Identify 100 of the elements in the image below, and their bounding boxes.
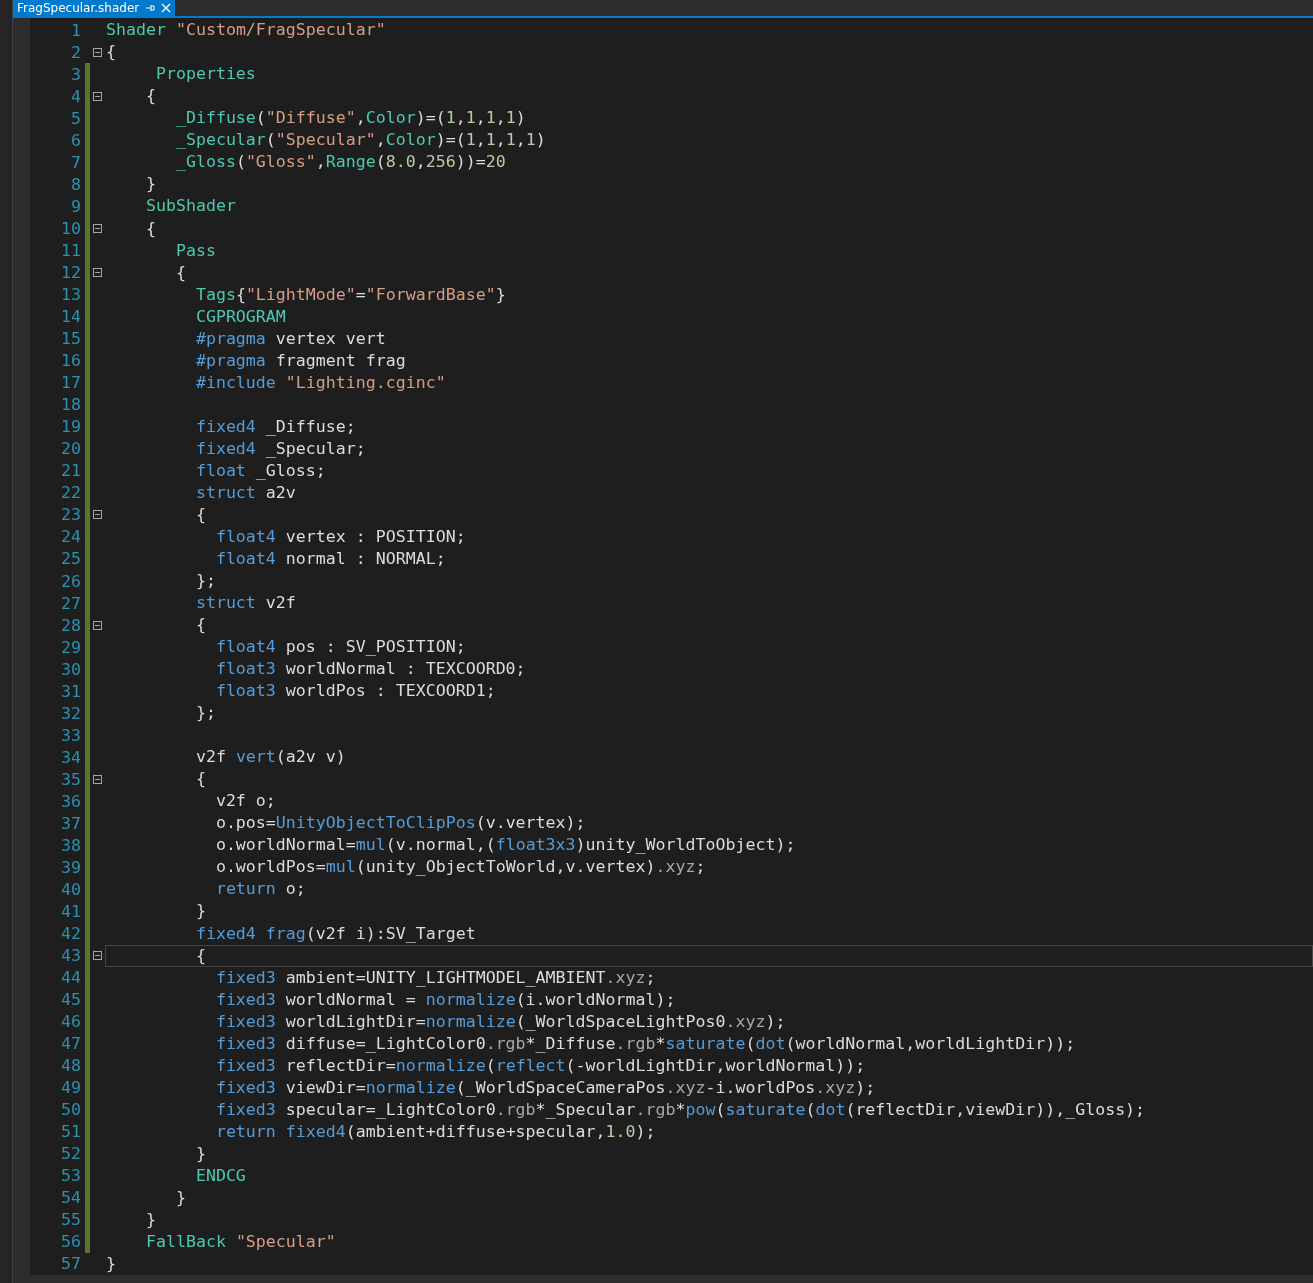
code-line: fixed4 _Diffuse;	[194, 415, 357, 438]
code-line: ENDCG	[194, 1164, 247, 1187]
code-line: fixed4 _Specular;	[194, 437, 367, 460]
line-number: 31	[60, 681, 81, 701]
code-line: fixed3 worldLightDir=normalize(_WorldSpaceLightPos0.xyz);	[214, 1010, 787, 1033]
code-line: {	[144, 217, 157, 240]
code-line: SubShader	[144, 195, 237, 218]
line-number: 41	[60, 902, 81, 921]
code-line: return o;	[214, 878, 307, 901]
code-line: _Diffuse("Diffuse",Color)=(1,1,1,1)	[174, 107, 527, 130]
code-line: _Gloss("Gloss",Range(8.0,256))=20	[174, 151, 507, 174]
code-line: o.worldNormal=mul(v.normal,(float3x3)unity_WorldToObject);	[214, 834, 797, 857]
line-number: 25	[60, 549, 81, 569]
collapse-toggle[interactable]	[93, 620, 102, 630]
pin-icon[interactable]	[145, 3, 156, 14]
line-number: 23	[60, 505, 81, 525]
code-line: {	[105, 41, 117, 64]
line-number: 44	[60, 968, 81, 988]
code-line: struct v2f	[194, 592, 297, 615]
line-number: 39	[60, 857, 81, 877]
line-number: 16	[60, 351, 81, 371]
line-number: 43	[60, 946, 81, 966]
code-line: Shader "Custom/FragSpecular"	[105, 19, 387, 42]
code-line: };	[194, 702, 217, 725]
code-line: fixed3 specular=_LightColor0.rgb*_Specular.rgb*pow(saturate(dot(reflectDir,viewDir)),_Gloss);	[214, 1098, 1147, 1121]
close-icon[interactable]	[161, 3, 172, 14]
code-line: }	[194, 1142, 207, 1165]
code-line: #pragma fragment frag	[194, 349, 407, 372]
code-line: #include "Lighting.cginc"	[194, 371, 447, 394]
code-line: float3 worldNormal : TEXCOORD0;	[214, 658, 527, 681]
line-number: 32	[60, 703, 81, 723]
line-number: 35	[60, 769, 81, 789]
line-number: 21	[60, 461, 81, 481]
line-number: 47	[60, 1034, 81, 1054]
code-line: struct a2v	[194, 481, 297, 504]
line-number: 53	[60, 1166, 81, 1186]
line-number: 4	[70, 86, 81, 106]
line-number: 36	[60, 791, 81, 811]
code-line: {	[194, 503, 207, 526]
code-line: float4 normal : NORMAL;	[214, 548, 447, 570]
code-line: fixed3 diffuse=_LightColor0.rgb*_Diffuse.rgb*saturate(dot(worldNormal,worldLightDir));	[214, 1032, 1077, 1055]
line-number: 15	[60, 329, 81, 349]
line-number: 54	[60, 1188, 81, 1208]
code-line: {	[194, 614, 207, 637]
code-line: Pass	[174, 239, 217, 262]
code-line: fixed3 reflectDir=normalize(reflect(-worldLightDir,worldNormal));	[214, 1054, 867, 1077]
line-number: 46	[60, 1012, 81, 1032]
code-line: fixed3 ambient=UNITY_LIGHTMODEL_AMBIENT.xyz;	[214, 966, 657, 989]
line-number: 1	[70, 20, 81, 40]
line-number: 6	[70, 130, 81, 150]
line-number: 17	[60, 373, 81, 393]
collapse-toggle[interactable]	[93, 47, 102, 57]
line-number: 38	[60, 835, 81, 855]
code-line: fixed3 worldNormal = normalize(i.worldNormal);	[214, 988, 677, 1011]
line-number: 14	[60, 307, 81, 327]
line-number: 56	[60, 1232, 81, 1252]
code-line: float4 vertex : POSITION;	[214, 525, 467, 548]
line-number: 55	[60, 1210, 81, 1230]
line-number: 51	[60, 1122, 81, 1142]
code-line: fixed4 frag(v2f i):SV_Target	[194, 922, 477, 945]
line-number: 34	[60, 747, 81, 767]
collapse-toggle[interactable]	[93, 91, 102, 101]
line-number: 50	[60, 1100, 81, 1120]
collapse-toggle[interactable]	[93, 224, 102, 233]
line-number: 3	[70, 64, 81, 84]
file-tab[interactable]: FragSpecular.shader	[13, 0, 176, 17]
line-number: 26	[60, 571, 81, 591]
line-number: 24	[60, 527, 81, 547]
collapse-toggle[interactable]	[93, 510, 102, 520]
line-number: 9	[70, 197, 81, 216]
line-number: 29	[60, 637, 81, 657]
code-line: _Specular("Specular",Color)=(1,1,1,1)	[174, 129, 547, 152]
line-number: 19	[60, 417, 81, 437]
line-number: 13	[60, 285, 81, 305]
line-number: 48	[60, 1056, 81, 1076]
collapse-toggle[interactable]	[93, 774, 102, 784]
line-number: 11	[60, 241, 81, 261]
code-line: }	[194, 900, 207, 923]
line-number: 18	[60, 395, 81, 415]
code-line: }	[105, 1253, 117, 1275]
line-number: 20	[60, 439, 81, 459]
code-line: v2f vert(a2v v)	[194, 746, 347, 769]
code-line: fixed3 viewDir=normalize(_WorldSpaceCameraPos.xyz-i.worldPos.xyz);	[214, 1076, 877, 1099]
line-number: 37	[60, 813, 81, 833]
code-line: return fixed4(ambient+diffuse+specular,1.0);	[214, 1120, 657, 1143]
line-number: 40	[60, 879, 81, 899]
line-number: 30	[60, 659, 81, 679]
line-number: 49	[60, 1078, 81, 1098]
line-number: 45	[60, 990, 81, 1010]
line-number: 7	[70, 152, 81, 172]
line-number: 10	[60, 219, 81, 238]
line-number: 22	[60, 483, 81, 503]
code-line: float3 worldPos : TEXCOORD1;	[214, 680, 497, 703]
line-number: 12	[60, 263, 81, 283]
collapse-toggle[interactable]	[93, 268, 102, 278]
collapse-toggle[interactable]	[93, 951, 102, 961]
line-number: 42	[60, 924, 81, 943]
code-line: float _Gloss;	[194, 459, 327, 482]
code-line: Properties	[154, 63, 257, 86]
line-number: 28	[60, 615, 81, 635]
